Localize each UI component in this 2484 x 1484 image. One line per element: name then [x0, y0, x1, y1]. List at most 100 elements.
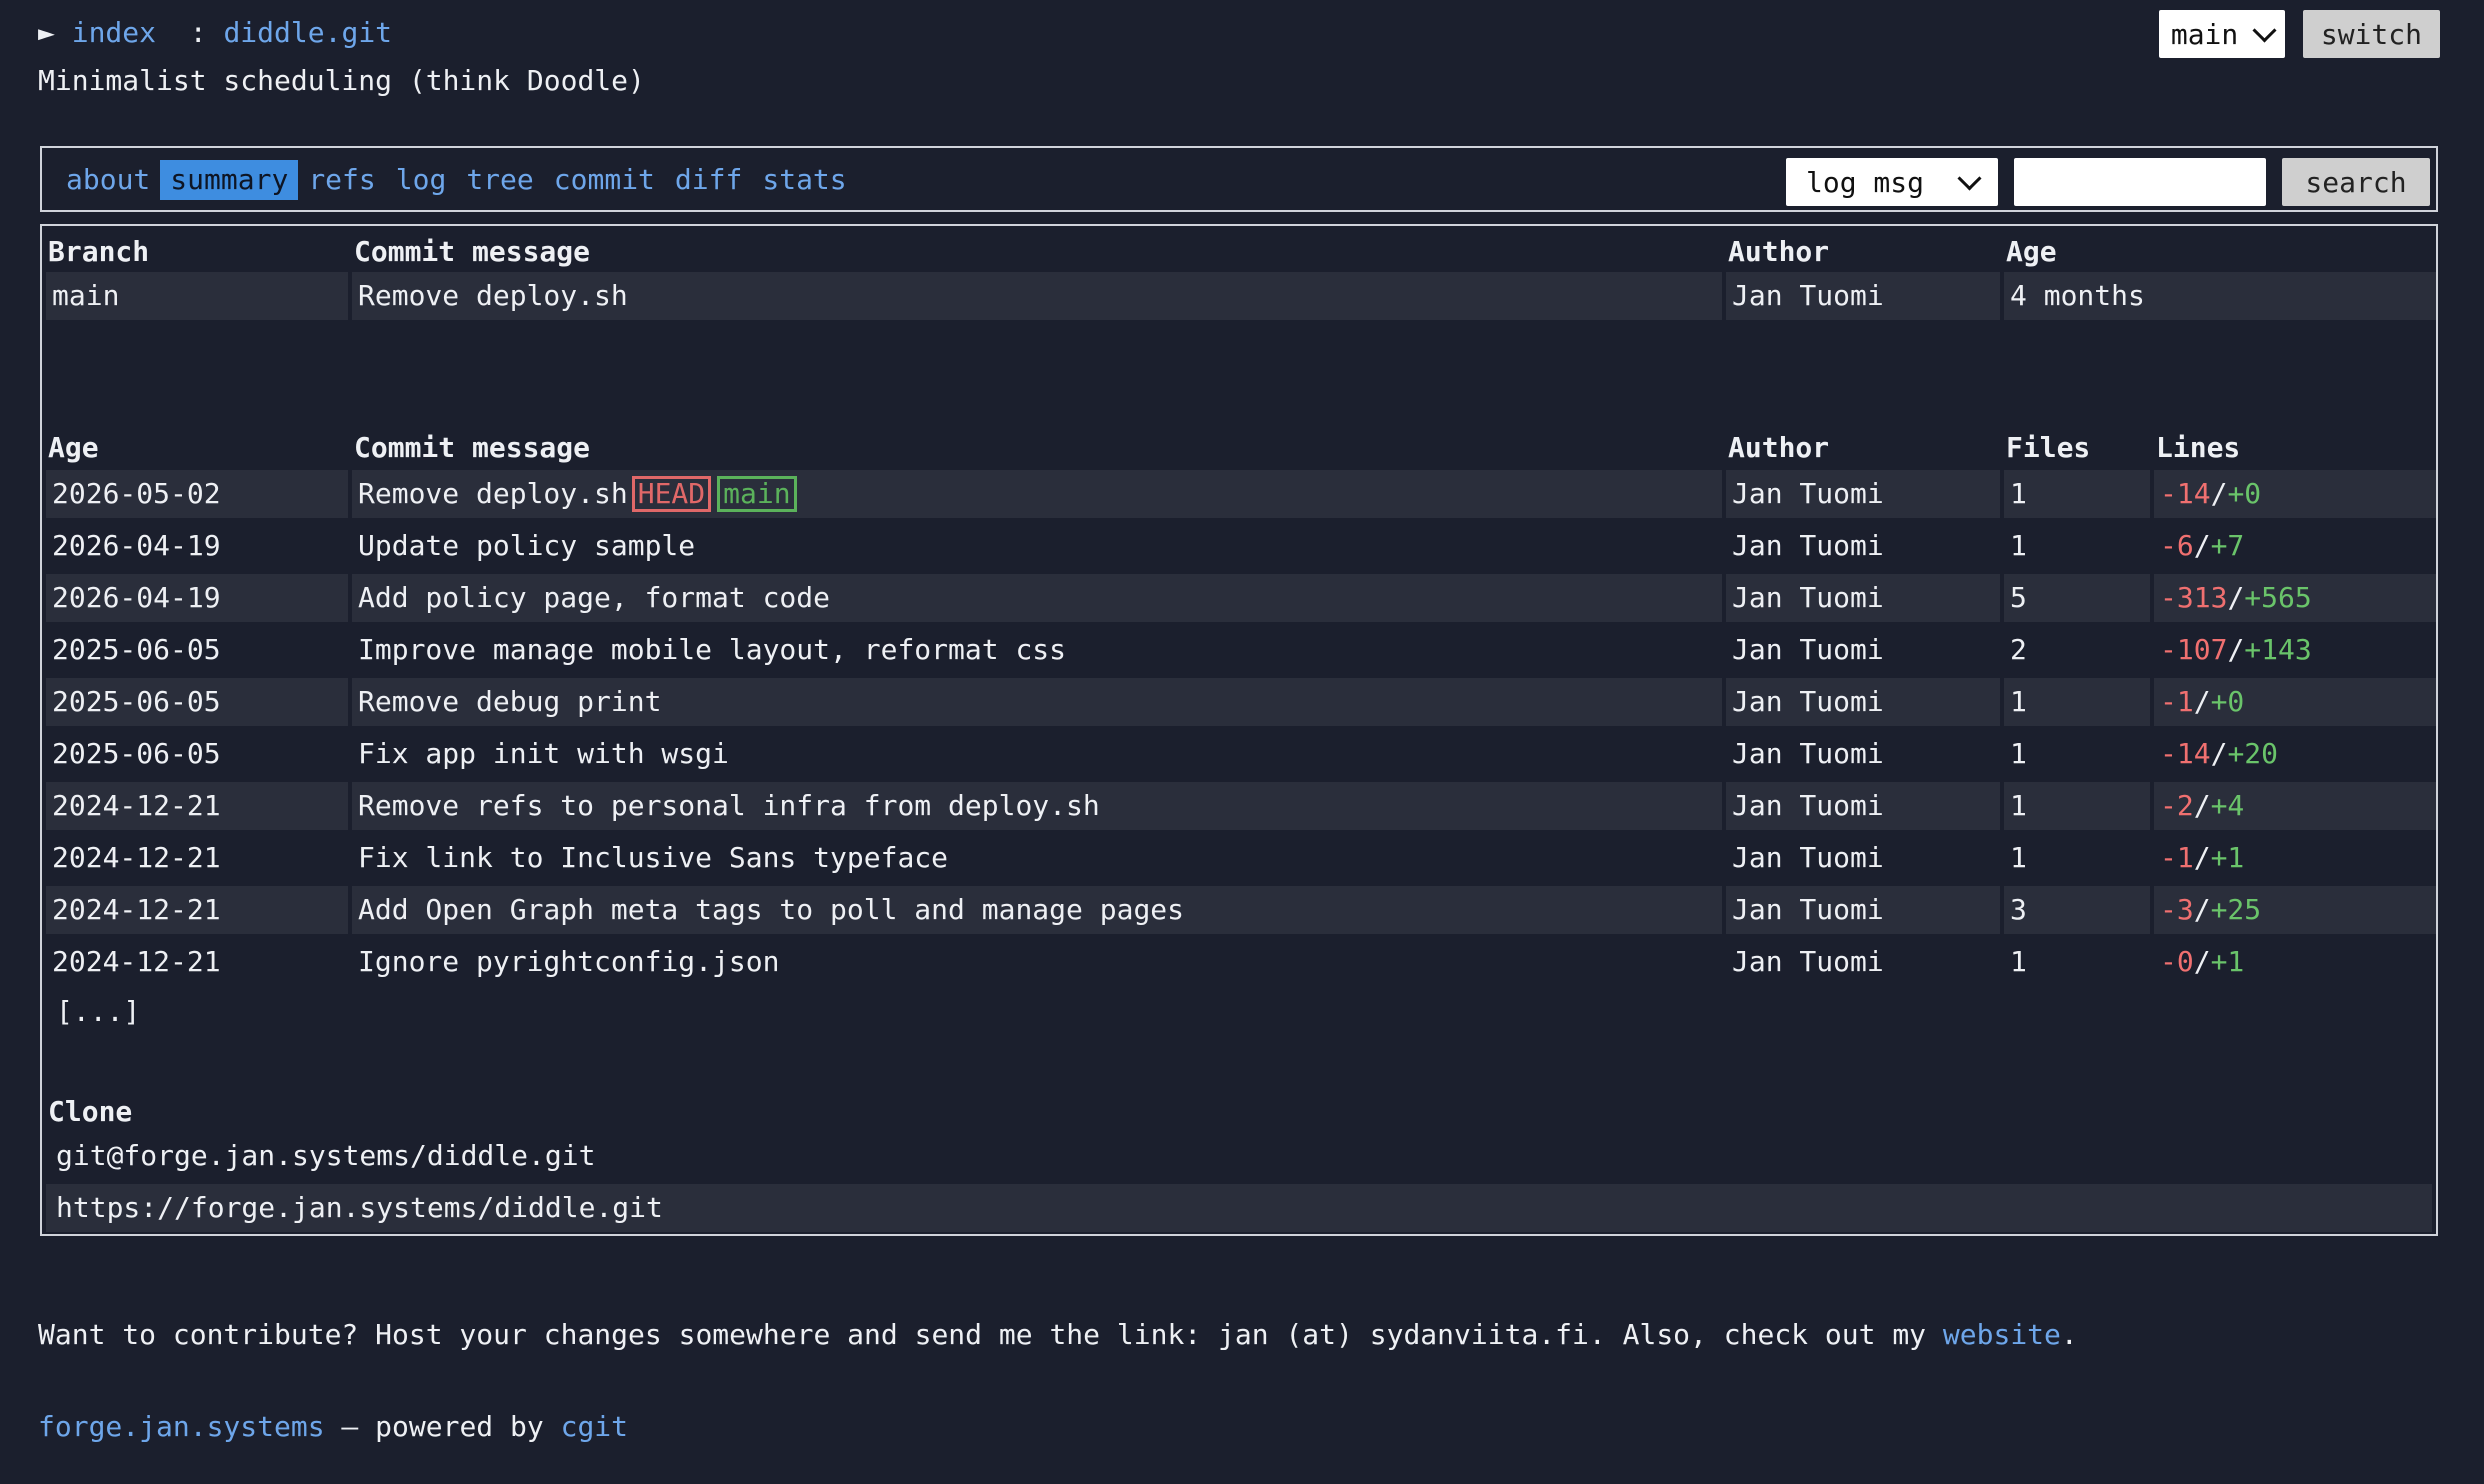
clone-url-https[interactable]: https://forge.jan.systems/diddle.git [46, 1184, 2432, 1232]
commit-author: Jan Tuomi [1732, 633, 1884, 666]
commit-message[interactable]: Remove deploy.sh HEAD main [352, 470, 1722, 518]
tab-stats[interactable]: stats [752, 160, 856, 200]
commit-author: Jan Tuomi [1732, 945, 1884, 978]
commit-author: Jan Tuomi [1726, 886, 2000, 934]
lines-deleted: -3 [2160, 893, 2194, 926]
commit-age: 2024-12-21 [52, 945, 221, 978]
tab-about[interactable]: about [56, 160, 160, 200]
commit-message[interactable]: Fix app init with wsgi [352, 730, 1722, 778]
arrow-icon: ► [38, 16, 55, 49]
commit-lines: -0/+1 [2160, 945, 2245, 978]
commit-lines: -1/+1 [2160, 841, 2245, 874]
branch-select-value: main [2170, 17, 2239, 51]
tab-diff[interactable]: diff [665, 160, 752, 200]
search-button[interactable]: search [2282, 158, 2430, 206]
search-mode-select[interactable]: log msg [1786, 158, 1998, 206]
branch-name[interactable]: main [46, 272, 348, 320]
commit-table-header: Age Commit message Author Files Lines [46, 424, 2432, 472]
commit-row: 2026-04-19 Update policy sample Jan Tuomi 1… [46, 522, 2432, 570]
branch-row: main Remove deploy.sh Jan Tuomi 4 months [46, 272, 2436, 320]
commit-row: 2024-12-21 Fix link to Inclusive Sans typ… [46, 834, 2432, 882]
commit-author: Jan Tuomi [1726, 678, 2000, 726]
commit-age: 2024-12-21 [46, 886, 348, 934]
commit-lines: -6/+7 [2160, 529, 2245, 562]
site-link[interactable]: forge.jan.systems [38, 1410, 325, 1443]
path-separator: : [189, 16, 207, 49]
lines-deleted: -107 [2160, 633, 2228, 666]
commit-row: 2025-06-05 Improve manage mobile layout, … [46, 626, 2432, 674]
tab-tree[interactable]: tree [456, 160, 543, 200]
lines-deleted: -1 [2160, 841, 2194, 874]
branch-age-header: Age [2006, 235, 2057, 268]
commit-lines: -313/+565 [2154, 574, 2436, 622]
repo-description: Minimalist scheduling (think Doodle) [38, 64, 645, 97]
commit-files: 5 [2004, 574, 2150, 622]
cgit-link[interactable]: cgit [561, 1410, 628, 1443]
branch-author-header: Author [1728, 235, 1830, 268]
commit-row: 2024-12-21 Remove refs to personal infra … [46, 782, 2436, 830]
lines-deleted: -2 [2160, 789, 2194, 822]
commit-files-header: Files [2006, 431, 2091, 464]
commit-age: 2025-06-05 [52, 737, 221, 770]
commit-lines: -3/+25 [2154, 886, 2436, 934]
branch-commit-message[interactable]: Remove deploy.sh [352, 272, 1722, 320]
lines-added: +4 [2210, 789, 2245, 822]
more-commits-link[interactable]: [...] [56, 988, 140, 1036]
lines-added: +7 [2210, 529, 2245, 562]
commit-row: 2024-12-21 Add Open Graph meta tags to po… [46, 886, 2436, 934]
branch-table-header: Branch Commit message Author Age [46, 228, 2432, 276]
tab-summary[interactable]: summary [160, 160, 299, 200]
commit-age: 2024-12-21 [52, 841, 221, 874]
commit-message[interactable]: Ignore pyrightconfig.json [352, 938, 1722, 986]
repo-header: ► index : diddle.git [38, 16, 392, 49]
commit-lines: -14/+20 [2160, 737, 2279, 770]
commit-files: 1 [2010, 737, 2027, 770]
commit-author-header: Author [1728, 431, 1830, 464]
lines-deleted: -14 [2160, 477, 2211, 510]
tab-refs[interactable]: refs [298, 160, 385, 200]
repo-link[interactable]: diddle.git [223, 16, 392, 49]
clone-url-ssh[interactable]: git@forge.jan.systems/diddle.git [46, 1132, 2432, 1180]
commit-message[interactable]: Remove refs to personal infra from deplo… [352, 782, 1722, 830]
commit-message[interactable]: Improve manage mobile layout, reformat c… [352, 626, 1722, 674]
commit-age-header: Age [48, 431, 99, 464]
commit-age: 2024-12-21 [46, 782, 348, 830]
lines-added: +25 [2210, 893, 2262, 926]
commit-lines-header: Lines [2156, 431, 2241, 464]
cgit-page: ► index : diddle.git Minimalist scheduli… [0, 0, 2484, 1484]
commit-files: 1 [2010, 841, 2027, 874]
branch-select[interactable]: main [2158, 10, 2285, 58]
branch-switch-form: main switch [2158, 10, 2440, 58]
tab-log[interactable]: log [386, 160, 457, 200]
commit-files: 1 [2004, 782, 2150, 830]
website-link[interactable]: website [1943, 1318, 2061, 1351]
head-tag[interactable]: HEAD [631, 476, 712, 512]
search-input[interactable] [2014, 158, 2266, 206]
commit-message[interactable]: Remove debug print [352, 678, 1722, 726]
index-link[interactable]: index [72, 16, 156, 49]
lines-added: +1 [2210, 841, 2245, 874]
commit-row: 2026-05-02 Remove deploy.sh HEAD main Jan Tu… [46, 470, 2436, 518]
commit-age: 2026-04-19 [46, 574, 348, 622]
lines-added: +20 [2227, 737, 2279, 770]
commit-row: 2026-04-19 Add policy page, format code Ja… [46, 574, 2436, 622]
commit-author: Jan Tuomi [1726, 574, 2000, 622]
lines-deleted: -14 [2160, 737, 2211, 770]
commit-age: 2026-04-19 [52, 529, 221, 562]
search-mode-value: log msg [1806, 165, 1925, 199]
tab-commit[interactable]: commit [544, 160, 665, 200]
commit-message[interactable]: Update policy sample [352, 522, 1722, 570]
commit-row: 2024-12-21 Ignore pyrightconfig.json Jan T… [46, 938, 2432, 986]
branch-message-header: Commit message [354, 235, 591, 268]
lines-deleted: -0 [2160, 945, 2194, 978]
branch-tag[interactable]: main [717, 476, 797, 512]
lines-added: +1 [2210, 945, 2245, 978]
commit-message[interactable]: Fix link to Inclusive Sans typeface [352, 834, 1722, 882]
commit-message[interactable]: Add policy page, format code [352, 574, 1722, 622]
commit-files: 1 [2010, 529, 2027, 562]
commit-message[interactable]: Add Open Graph meta tags to poll and man… [352, 886, 1722, 934]
branch-author: Jan Tuomi [1726, 272, 2000, 320]
switch-button[interactable]: switch [2302, 10, 2440, 58]
branch-header: Branch [48, 235, 150, 268]
commit-author: Jan Tuomi [1732, 529, 1884, 562]
